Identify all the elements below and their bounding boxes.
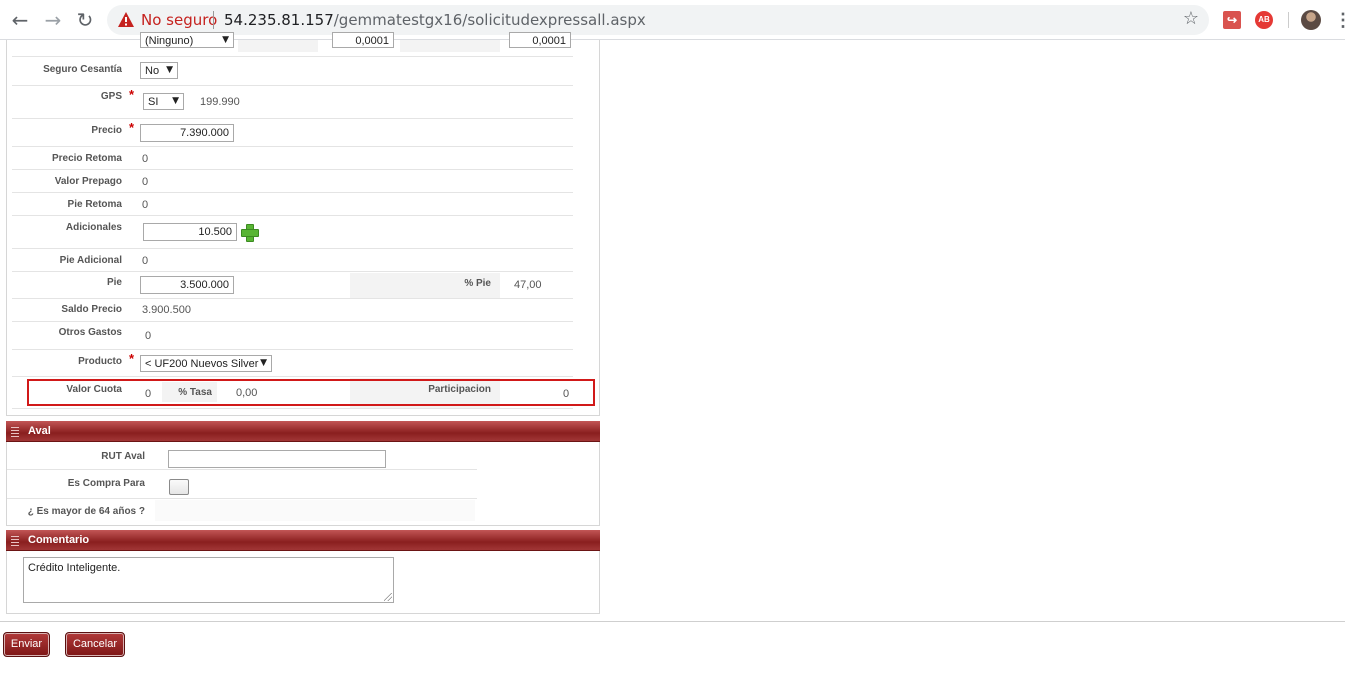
comentario-body: Crédito Inteligente. [6, 551, 600, 614]
valor-prepago-value: 0 [142, 176, 149, 188]
profile-avatar[interactable] [1301, 10, 1321, 30]
pie-retoma-label: Pie Retoma [67, 199, 122, 210]
required-mark: * [129, 87, 135, 102]
row-seguro-cesantia: Seguro Cesantía No ▼ [12, 59, 573, 86]
not-secure-label: No seguro [141, 11, 218, 29]
highlight-box [27, 379, 595, 406]
aval-header[interactable]: Aval [6, 421, 600, 442]
pie-input[interactable]: 3.500.000 [140, 276, 234, 294]
grip-icon [11, 534, 19, 546]
page-divider [0, 621, 1345, 622]
seguro-cesantia-select[interactable]: No ▼ [140, 62, 178, 79]
partial-input-1[interactable]: 0,0001 [332, 32, 394, 48]
gps-amount: 199.990 [200, 96, 240, 108]
pie-label: Pie [106, 277, 122, 288]
pie-adicional-value: 0 [142, 255, 149, 267]
comentario-text: Crédito Inteligente. [28, 562, 121, 574]
adblock-extension-icon[interactable]: AB [1255, 11, 1273, 29]
adicionales-label: Adicionales [65, 222, 122, 233]
row-pie: Pie 3.500.000 % Pie 47,00 [12, 273, 573, 299]
seguro-cesantia-label: Seguro Cesantía [43, 64, 122, 75]
mayor-64-label: ¿ Es mayor de 64 años ? [27, 506, 145, 517]
row-mayor-64: ¿ Es mayor de 64 años ? [7, 500, 477, 522]
enviar-button[interactable]: Enviar [3, 632, 50, 657]
pie-retoma-value: 0 [142, 199, 149, 211]
valor-prepago-label: Valor Prepago [54, 176, 122, 187]
shade-cell [155, 500, 475, 521]
back-icon[interactable]: ← [8, 8, 32, 32]
pct-pie-value: 47,00 [514, 279, 542, 291]
row-compra-para: Es Compra Para [7, 471, 477, 499]
partial-input-2[interactable]: 0,0001 [509, 32, 571, 48]
row-pie-retoma: Pie Retoma 0 [12, 194, 573, 216]
row-gps: GPS * SI ▼ 199.990 [12, 87, 573, 119]
row-producto: Producto * < UF200 Nuevos Silver ▼ [12, 351, 573, 377]
rut-aval-label: RUT Aval [101, 451, 145, 462]
compra-para-checkbox[interactable] [169, 479, 189, 495]
resize-handle-icon[interactable] [384, 593, 392, 601]
compra-para-label: Es Compra Para [67, 478, 145, 489]
comentario-title: Comentario [28, 534, 90, 546]
pdf-extension-icon[interactable]: ↪ [1223, 11, 1241, 29]
url-host: 54.235.81.157 [224, 11, 334, 29]
saldo-precio-label: Saldo Precio [61, 304, 122, 315]
precio-retoma-value: 0 [142, 153, 149, 165]
producto-select[interactable]: < UF200 Nuevos Silver ▼ [140, 355, 272, 372]
pct-pie-label: % Pie [464, 278, 491, 289]
warning-icon [118, 12, 134, 27]
saldo-precio-value: 3.900.500 [142, 304, 191, 316]
comentario-header[interactable]: Comentario [6, 530, 600, 551]
row-saldo-precio: Saldo Precio 3.900.500 [12, 300, 573, 322]
section-comentario: Comentario Crédito Inteligente. [6, 530, 600, 614]
grip-icon [11, 425, 19, 437]
gps-label: GPS [100, 91, 122, 102]
required-mark: * [129, 120, 135, 135]
row-valor-prepago: Valor Prepago 0 [12, 171, 573, 193]
url-path: /gemmatestgx16/solicitudexpressall.aspx [333, 11, 646, 29]
precio-input[interactable]: 7.390.000 [140, 124, 234, 142]
row-rut-aval: RUT Aval [7, 442, 477, 470]
forward-icon[interactable]: → [41, 8, 65, 32]
reload-icon[interactable]: ↻ [73, 8, 97, 32]
row-precio: Precio * 7.390.000 [12, 120, 573, 147]
aval-title: Aval [28, 425, 51, 437]
precio-label: Precio [91, 125, 122, 136]
url-separator [213, 11, 214, 29]
rut-aval-input[interactable] [168, 450, 386, 468]
adicionales-input[interactable]: 10.500 [143, 223, 237, 241]
url-text: 54.235.81.157/gemmatestgx16/solicitudexp… [224, 11, 646, 29]
gps-select[interactable]: SI ▼ [143, 93, 184, 110]
producto-label: Producto [78, 356, 122, 367]
row-precio-retoma: Precio Retoma 0 [12, 148, 573, 170]
required-mark: * [129, 351, 135, 366]
otros-gastos-label: Otros Gastos [58, 327, 122, 338]
menu-dots-icon[interactable]: ⋮ [1334, 8, 1345, 32]
precio-retoma-label: Precio Retoma [51, 153, 122, 164]
row-pie-adicional: Pie Adicional 0 [12, 250, 573, 272]
bookmark-star-icon[interactable]: ☆ [1183, 8, 1199, 29]
pie-adicional-label: Pie Adicional [59, 255, 122, 266]
toolbar-divider [1288, 12, 1289, 28]
section-aval: Aval RUT Aval Es Compra Para ¿ Es mayor … [6, 421, 600, 526]
aval-body: RUT Aval Es Compra Para ¿ Es mayor de 64… [6, 442, 600, 526]
otros-gastos-value: 0 [145, 330, 152, 342]
add-plus-icon[interactable] [241, 224, 259, 242]
address-bar[interactable]: No seguro 54.235.81.157/gemmatestgx16/so… [107, 5, 1209, 35]
shade-cell [238, 40, 318, 52]
comentario-textarea[interactable]: Crédito Inteligente. [23, 557, 394, 603]
partial-select[interactable]: (Ninguno) ▼ [140, 32, 234, 48]
partial-top-row: (Ninguno) ▼ 0,0001 0,0001 [12, 32, 573, 57]
row-otros-gastos: Otros Gastos 0 [12, 323, 573, 350]
row-adicionales: Adicionales 10.500 [12, 217, 573, 249]
form-panel: (Ninguno) ▼ 0,0001 0,0001 Seguro Cesantía… [6, 32, 600, 416]
cancelar-button[interactable]: Cancelar [65, 632, 125, 657]
shade-cell [400, 40, 500, 52]
